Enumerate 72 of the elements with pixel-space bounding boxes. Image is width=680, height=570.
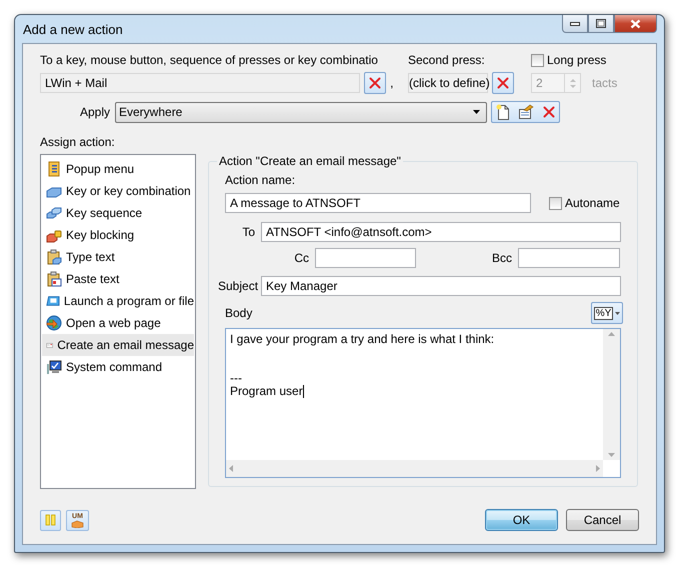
new-document-icon (496, 104, 510, 120)
list-item[interactable]: Create an email message (42, 334, 194, 356)
checkbox-label: Long press (547, 53, 606, 67)
field-label: To (241, 225, 255, 239)
dropdown-arrow-icon (615, 312, 620, 314)
list-item[interactable]: Open a web page (42, 312, 194, 334)
bcc-field[interactable] (518, 248, 620, 268)
section-label: Assign action: (40, 134, 116, 150)
pause-icon (45, 514, 56, 526)
list-item[interactable]: Type text (42, 246, 194, 268)
subject-field[interactable]: Key Manager (261, 276, 621, 296)
scrollbar[interactable] (226, 460, 603, 477)
list-item[interactable]: Launch a program or file (42, 290, 194, 312)
dialog-button[interactable]: OK (485, 509, 558, 531)
list-item[interactable]: Key blocking (42, 224, 194, 246)
list-item[interactable]: Key or key combination (42, 180, 194, 202)
field-label: Body (225, 306, 252, 320)
dropdown-arrow-icon (473, 110, 480, 114)
macro-button[interactable]: %Y (591, 302, 623, 324)
minimize-button[interactable] (562, 15, 588, 33)
separator-text: , (390, 76, 394, 90)
close-icon (497, 77, 509, 89)
field-label: Action name: (225, 172, 296, 188)
clipboard-icon (46, 271, 62, 287)
name-field[interactable]: A message to ATNSOFT (225, 193, 531, 213)
field-label: Cc (293, 251, 309, 265)
list-item[interactable]: Paste text (42, 268, 194, 290)
properties-icon (518, 104, 534, 120)
body-text: I gave your program a try and here is what I think: --- Program user (230, 333, 496, 398)
key-field[interactable]: LWin + Mail (40, 73, 360, 93)
list-item[interactable]: Key sequence (42, 202, 194, 224)
clipboard-icon (46, 249, 62, 265)
field-label: Bcc (490, 251, 512, 265)
up-arrow-icon (608, 332, 615, 336)
maximize-icon (596, 19, 606, 28)
to-field[interactable]: ATNSOFT <info@atnsoft.com> (261, 222, 621, 242)
second-press-label: Second press: (408, 52, 486, 68)
close-icon (369, 77, 382, 89)
globe-icon (46, 315, 62, 331)
clear-button[interactable] (492, 72, 514, 94)
pause-button[interactable] (40, 510, 61, 530)
clear-button[interactable] (364, 72, 386, 94)
dialog-button[interactable]: Cancel (566, 509, 639, 531)
window-icon (46, 293, 60, 309)
list-item[interactable]: System command (42, 356, 194, 378)
trigger-label: To a key, mouse button, sequence of presses or key combinatio (40, 52, 379, 68)
close-button[interactable] (614, 15, 657, 33)
second-press-field[interactable]: (click to define) (408, 73, 488, 93)
minimize-icon (570, 22, 580, 26)
group-title: Action "Create an email message" (218, 154, 402, 168)
down-arrow-icon (608, 453, 615, 457)
right-arrow-icon (596, 465, 600, 472)
apply-label: Apply (78, 105, 110, 119)
apply-dropdown[interactable]: Everywhere (115, 102, 487, 122)
checkbox-label: Autoname (565, 196, 620, 210)
unit-label: tacts (592, 76, 618, 90)
computer-icon (46, 359, 62, 375)
box-icon (71, 520, 84, 528)
cc-field[interactable] (315, 248, 416, 268)
close-icon (542, 106, 555, 118)
down-arrow-icon (570, 84, 576, 88)
left-arrow-icon (229, 465, 233, 472)
body-textarea[interactable]: I gave your program a try and here is what I think: --- Program user (225, 328, 621, 478)
scrollbar[interactable] (603, 329, 620, 460)
keys-icon (46, 205, 62, 221)
maximize-button[interactable] (588, 15, 614, 33)
window-title: Add a new action (22, 22, 123, 36)
close-icon (630, 18, 641, 28)
list-item[interactable]: Popup menu (42, 158, 194, 180)
menu-icon (46, 161, 62, 177)
up-arrow-icon (570, 78, 576, 82)
checkbox[interactable] (549, 196, 562, 210)
